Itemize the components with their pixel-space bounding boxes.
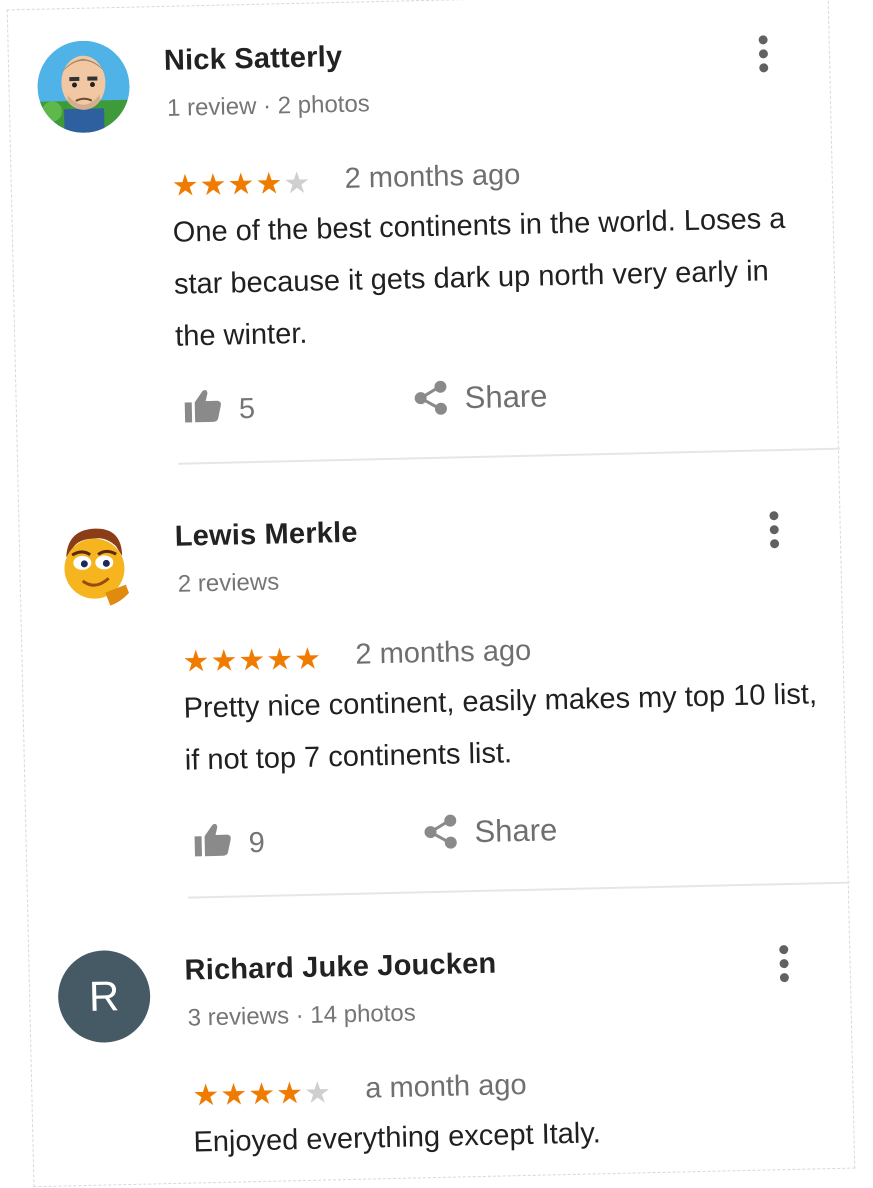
reviewer-meta: 2 reviews xyxy=(177,568,280,598)
star-filled-icon: ★ xyxy=(293,642,323,677)
review-item: Nick Satterly 1 review · 2 photos ★★★★★ … xyxy=(8,0,828,425)
review-text: Pretty nice continent, easily makes my t… xyxy=(183,678,818,777)
star-empty-icon: ★ xyxy=(283,166,312,201)
cartoon-bee-avatar-icon[interactable] xyxy=(47,515,142,610)
star-filled-icon: ★ xyxy=(227,167,256,202)
thumbs-up-icon[interactable] xyxy=(192,822,233,859)
star-filled-icon: ★ xyxy=(255,167,284,201)
more-options-icon[interactable] xyxy=(767,511,780,551)
star-filled-icon: ★ xyxy=(265,643,295,677)
cartoon-man-avatar-icon[interactable] xyxy=(36,39,131,134)
star-filled-icon: ★ xyxy=(199,168,228,203)
letter-avatar-icon[interactable]: R xyxy=(57,949,152,1044)
star-filled-icon: ★ xyxy=(247,1077,277,1112)
star-rating: ★★★★★ xyxy=(171,166,311,204)
review-time: a month ago xyxy=(364,1068,527,1105)
reviewer-name[interactable]: Lewis Merkle xyxy=(174,517,358,554)
star-filled-icon: ★ xyxy=(238,643,267,678)
reviewer-meta: 3 reviews · 14 photos xyxy=(187,999,417,1032)
star-filled-icon: ★ xyxy=(182,645,211,679)
review-item: R Richard Juke Joucken 3 reviews · 14 ph… xyxy=(28,902,848,1159)
reviewer-name[interactable]: Nick Satterly xyxy=(164,41,343,78)
review-time: 2 months ago xyxy=(355,634,532,671)
star-filled-icon: ★ xyxy=(171,169,201,203)
star-rating: ★★★★★ xyxy=(182,641,322,679)
star-filled-icon: ★ xyxy=(210,644,239,679)
like-count: 9 xyxy=(248,826,266,860)
star-rating: ★★★★★ xyxy=(192,1075,332,1113)
share-button[interactable]: Share xyxy=(464,378,548,416)
star-filled-icon: ★ xyxy=(275,1077,305,1111)
share-icon[interactable] xyxy=(412,380,449,417)
review-text: One of the best continents in the world.… xyxy=(172,202,786,353)
review-item: Lewis Merkle 2 reviews ★★★★★ 2 months ag… xyxy=(19,468,839,859)
review-text: Enjoyed everything except Italy. xyxy=(193,1117,602,1159)
reviewer-meta: 1 review · 2 photos xyxy=(166,90,371,122)
more-options-icon[interactable] xyxy=(757,35,770,75)
reviewer-name[interactable]: Richard Juke Joucken xyxy=(184,948,497,988)
thumbs-up-icon[interactable] xyxy=(182,388,223,425)
share-icon[interactable] xyxy=(422,813,459,850)
star-empty-icon: ★ xyxy=(303,1076,333,1111)
more-options-icon[interactable] xyxy=(777,944,790,985)
star-filled-icon: ★ xyxy=(192,1078,221,1113)
divider xyxy=(187,881,850,899)
star-filled-icon: ★ xyxy=(219,1078,249,1112)
reviews-card: Nick Satterly 1 review · 2 photos ★★★★★ … xyxy=(6,0,856,1188)
like-count: 5 xyxy=(238,392,256,426)
divider xyxy=(178,447,840,465)
review-time: 2 months ago xyxy=(344,158,521,195)
share-button[interactable]: Share xyxy=(474,812,558,850)
